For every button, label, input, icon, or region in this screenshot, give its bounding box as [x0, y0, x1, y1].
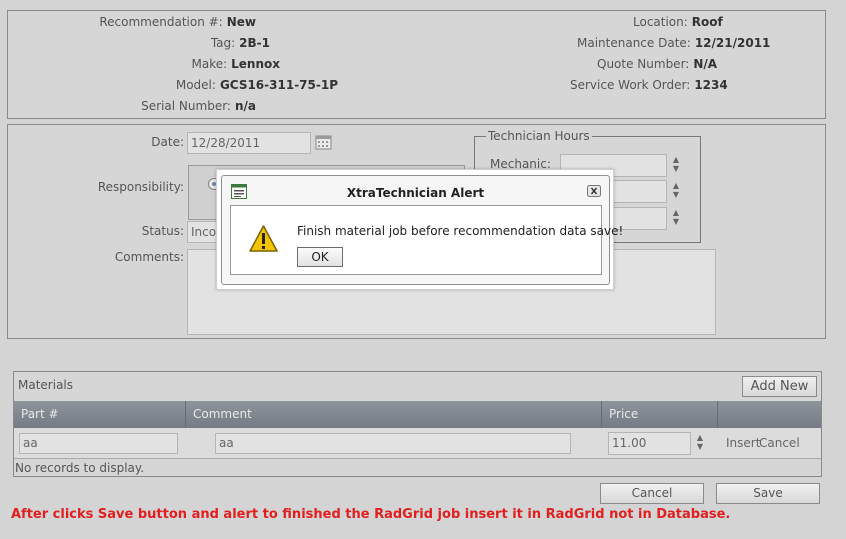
column-price[interactable]: Price — [602, 401, 718, 428]
info-recommendation-number: Recommendation #: New — [99, 15, 256, 29]
info-maintenance-date: Maintenance Date: 12/21/2011 — [577, 36, 771, 50]
cancel-button[interactable]: Cancel — [600, 483, 704, 504]
cancel-link[interactable]: Cancel — [759, 436, 800, 450]
status-label: Status: — [141, 224, 184, 238]
info-serial-number: Serial Number: n/a — [141, 99, 256, 113]
date-input[interactable]: 12/28/2011 — [187, 132, 311, 154]
insert-link[interactable]: Insert — [726, 436, 760, 450]
mechanic-hours-spinner[interactable]: ▲ ▼ — [669, 155, 683, 177]
annotation-note: After clicks Save button and alert to fi… — [11, 507, 731, 522]
helper-hours-spinner[interactable]: ▲ ▼ — [669, 181, 683, 203]
info-quote-number: Quote Number: N/A — [597, 57, 718, 71]
price-spinner[interactable]: ▲ ▼ — [693, 433, 707, 455]
responsibility-label: Responsibility: — [97, 180, 184, 194]
info-service-work-order: Service Work Order: 1234 — [570, 78, 728, 92]
calendar-icon[interactable] — [313, 134, 335, 152]
other-hours-spinner[interactable]: ▲ ▼ — [669, 208, 683, 230]
no-records-message: No records to display. — [14, 458, 821, 476]
add-new-button[interactable]: Add New — [742, 376, 817, 397]
technician-hours-legend: Technician Hours — [486, 129, 592, 143]
column-actions — [718, 401, 821, 428]
info-model: Model: GCS16-311-75-1P — [175, 78, 338, 92]
materials-grid-header: Part # Comment Price — [14, 401, 821, 428]
ok-button[interactable]: OK — [297, 247, 343, 267]
column-comment[interactable]: Comment — [186, 401, 602, 428]
close-icon[interactable] — [587, 185, 601, 197]
materials-title: Materials — [18, 378, 74, 392]
save-button[interactable]: Save — [716, 483, 820, 504]
info-make: Make: Lennox — [191, 57, 280, 71]
alert-body — [230, 205, 602, 275]
comments-label: Comments: — [114, 250, 184, 264]
column-part-number[interactable]: Part # — [14, 401, 186, 428]
part-number-input[interactable]: aa — [19, 433, 178, 454]
alert-message: Finish material job before recommendatio… — [297, 224, 624, 238]
price-input[interactable]: 11.00 — [608, 432, 691, 455]
warning-icon — [248, 224, 279, 253]
info-location: Location: Roof — [633, 15, 723, 29]
date-label: Date: — [151, 135, 184, 149]
info-tag: Tag: 2B-1 — [210, 36, 270, 50]
alert-title: XtraTechnician Alert — [346, 186, 485, 200]
comment-input[interactable]: aa — [215, 433, 571, 454]
